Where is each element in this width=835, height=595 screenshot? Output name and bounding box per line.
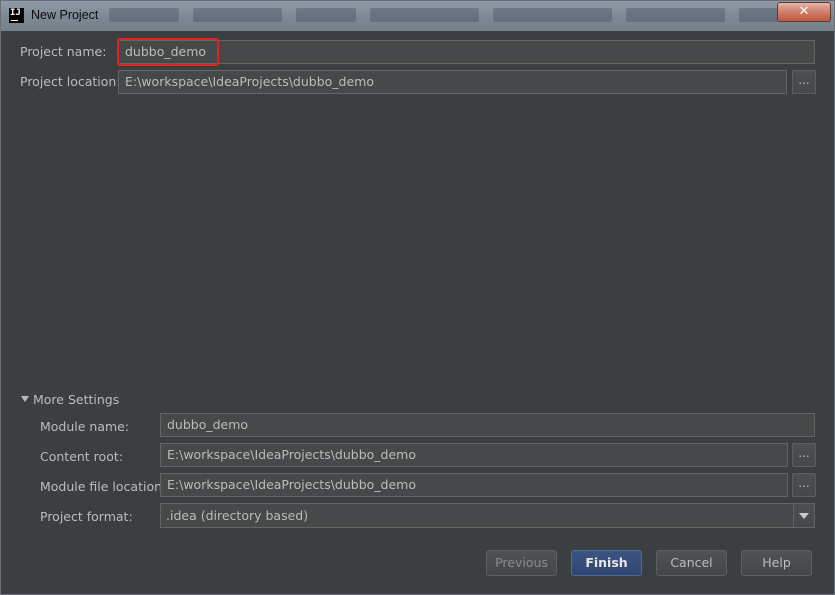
module-name-label: Module name: xyxy=(40,419,130,434)
more-settings-toggle[interactable]: More Settings xyxy=(33,392,119,407)
content-root-input[interactable]: E:\workspace\IdeaProjects\dubbo_demo xyxy=(160,443,788,467)
project-name-label: Project name: xyxy=(20,44,106,59)
title-bar[interactable]: IJ New Project ✕ xyxy=(1,1,834,31)
close-icon[interactable]: ✕ xyxy=(777,2,831,22)
project-name-label-text: Project name: xyxy=(20,44,107,59)
project-name-input[interactable]: dubbo_demo xyxy=(118,40,815,64)
collapse-triangle-icon[interactable] xyxy=(21,396,29,402)
project-location-label: Project location: xyxy=(20,74,121,89)
project-location-browse-icon[interactable]: ... xyxy=(792,70,816,94)
previous-button[interactable]: Previous xyxy=(486,550,557,576)
project-location-input[interactable]: E:\workspace\IdeaProjects\dubbo_demo xyxy=(118,70,787,94)
app-logo-icon: IJ xyxy=(9,8,24,23)
dropdown-arrow-icon[interactable] xyxy=(793,504,814,527)
content-root-browse-icon[interactable]: ... xyxy=(792,443,816,467)
project-format-select[interactable]: .idea (directory based) xyxy=(160,503,815,528)
module-name-input[interactable]: dubbo_demo xyxy=(160,413,815,437)
module-file-location-input[interactable]: E:\workspace\IdeaProjects\dubbo_demo xyxy=(160,473,788,497)
project-format-label: Project format: xyxy=(40,509,133,524)
new-project-dialog: IJ New Project ✕ Project name: dubbo_dem… xyxy=(0,0,835,595)
module-file-location-label: Module file location: xyxy=(40,479,167,494)
content-root-label: Content root: xyxy=(40,449,123,464)
cancel-button[interactable]: Cancel xyxy=(656,550,727,576)
help-button[interactable]: Help xyxy=(741,550,812,576)
window-title: New Project xyxy=(31,8,99,22)
background-taskbar-blur xyxy=(109,4,780,26)
finish-button[interactable]: Finish xyxy=(571,550,642,576)
project-format-value: .idea (directory based) xyxy=(166,508,309,523)
module-file-browse-icon[interactable]: ... xyxy=(792,473,816,497)
